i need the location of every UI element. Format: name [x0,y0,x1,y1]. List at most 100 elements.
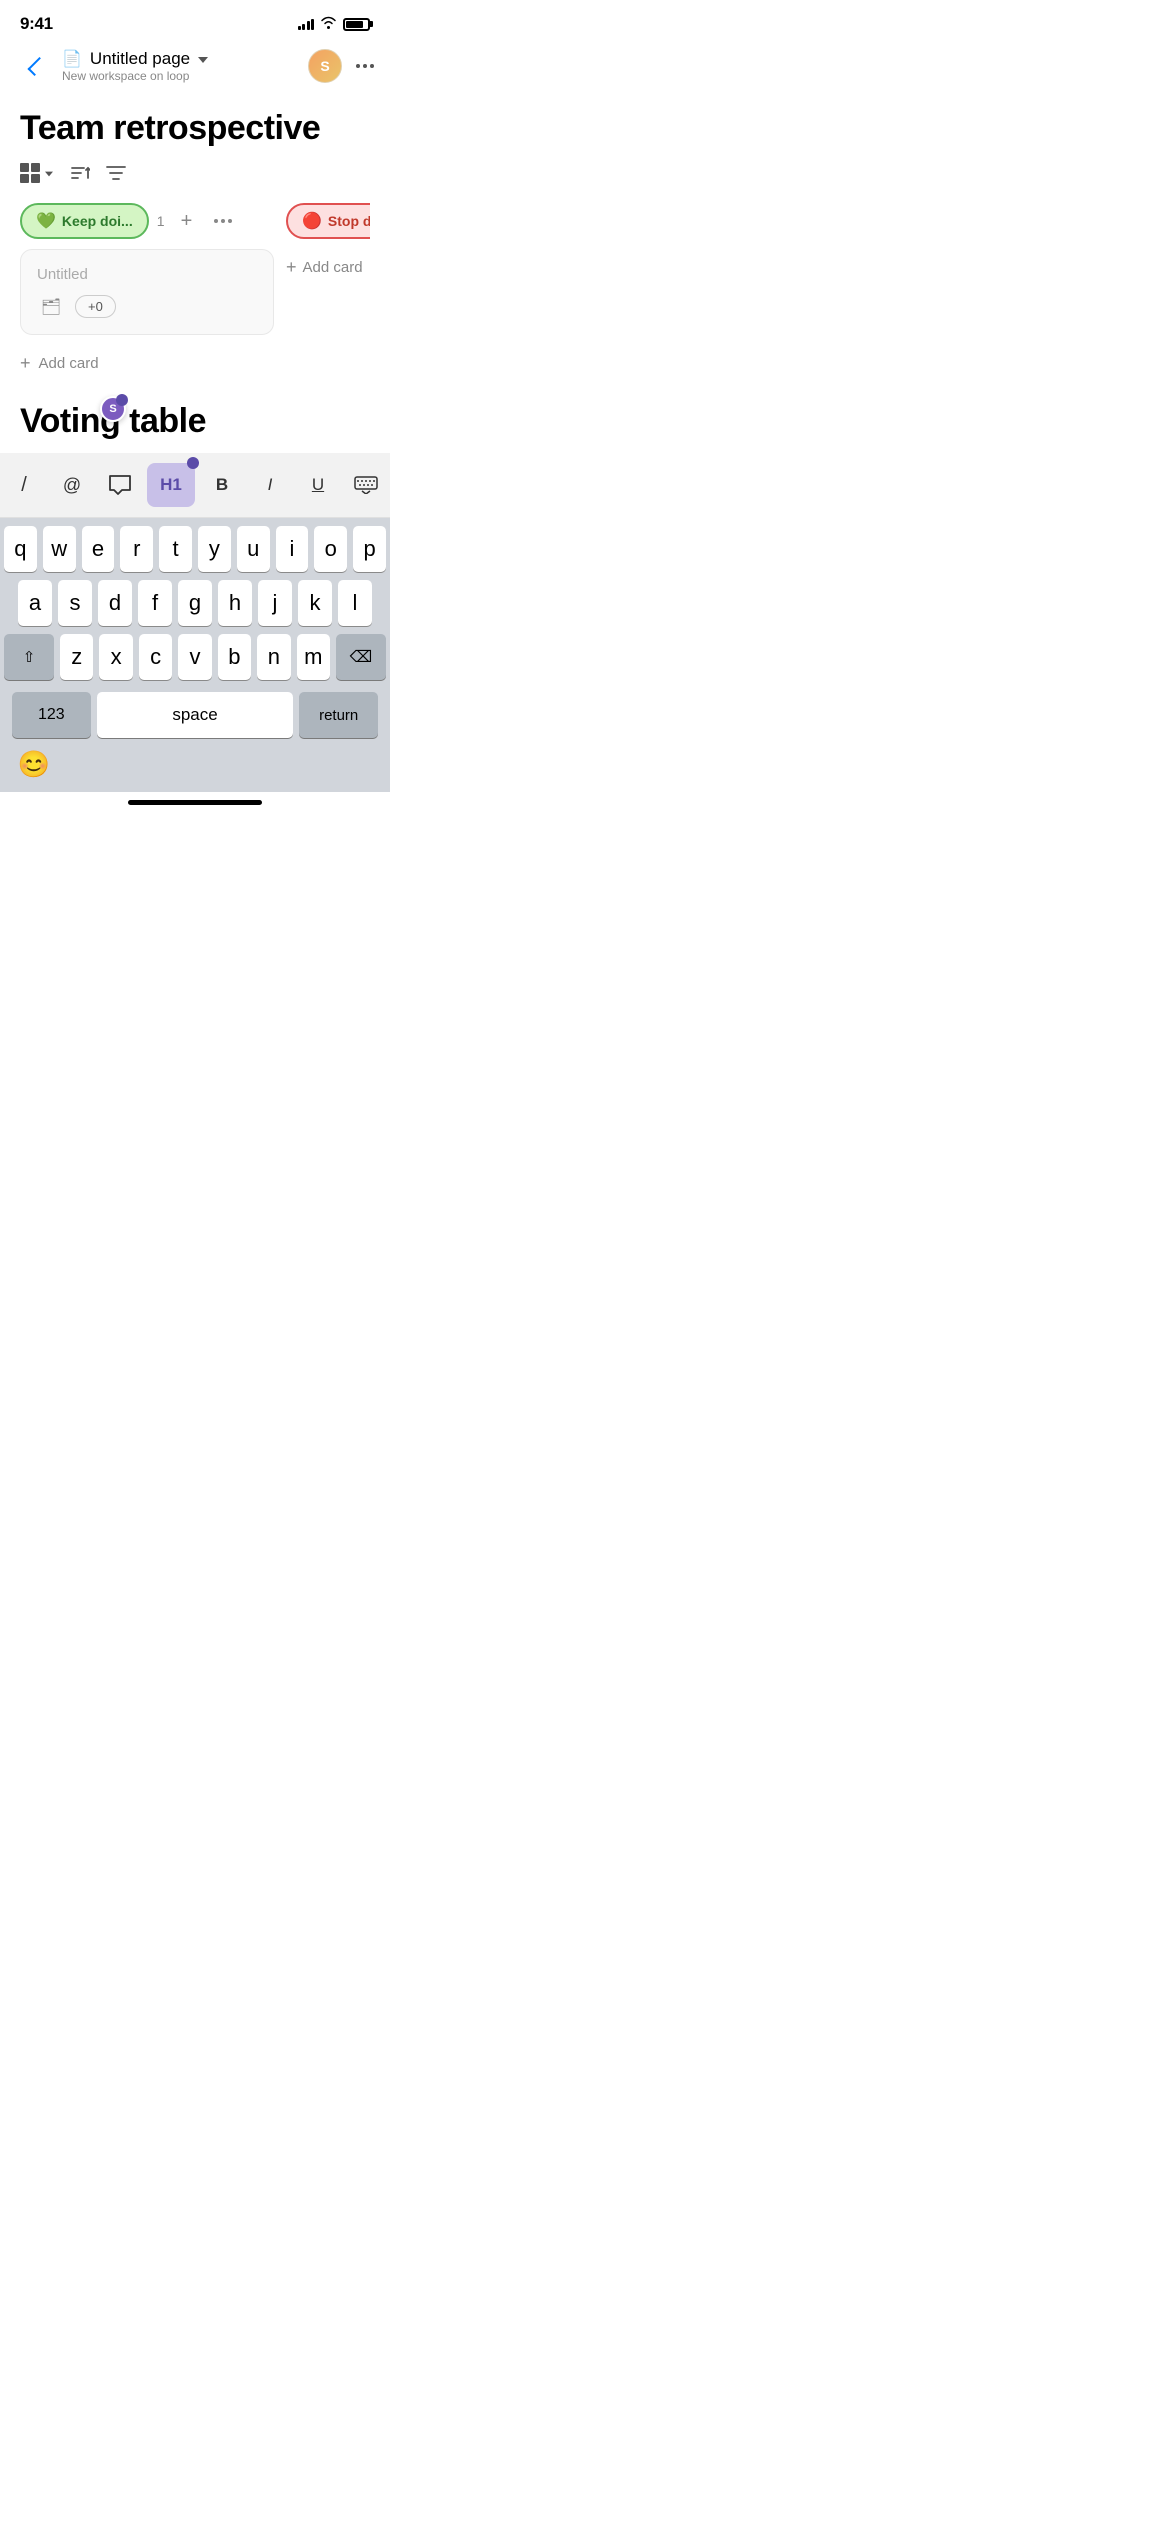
italic-button[interactable]: I [246,463,294,507]
nav-header: 📄 Untitled page New workspace on loop S [0,40,390,94]
page-heading: Team retrospective [20,110,370,147]
key-b[interactable]: b [218,634,251,680]
key-k[interactable]: k [298,580,332,626]
add-card-button-left[interactable]: + Add card [20,345,274,382]
keyboard-row-1: q w e r t y u i o p [4,526,386,572]
more-options-button[interactable] [356,64,374,68]
column-header-keep-doing: 💚 Keep doi... 1 + [20,203,274,239]
key-s[interactable]: s [58,580,92,626]
content-area: Team retrospective [0,94,390,382]
delete-key[interactable]: ⌫ [336,634,386,680]
page-title-row[interactable]: 📄 Untitled page [62,49,208,69]
h1-button[interactable]: H1 [147,463,195,507]
column-emoji-keep: 💚 [36,211,56,231]
status-bar: 9:41 [0,0,390,40]
key-g[interactable]: g [178,580,212,626]
shift-key[interactable]: ⇧ [4,634,54,680]
voting-section: Voting table S [0,382,390,441]
key-p[interactable]: p [353,526,386,572]
key-e[interactable]: e [82,526,115,572]
h1-icon: H1 [160,475,182,495]
add-card-button-right[interactable]: + Add card [286,249,370,286]
column-keep-doing: 💚 Keep doi... 1 + Untitled 🗂 [20,203,274,382]
card-title: Untitled [37,266,257,283]
key-x[interactable]: x [99,634,132,680]
key-h[interactable]: h [218,580,252,626]
bold-button[interactable]: B [198,463,246,507]
page-info: 📄 Untitled page New workspace on loop [62,49,208,83]
battery-icon [343,18,370,31]
slash-command-button[interactable]: / [0,463,48,507]
workspace-label: New workspace on loop [62,69,208,83]
key-d[interactable]: d [98,580,132,626]
status-icons [298,16,371,32]
key-a[interactable]: a [18,580,52,626]
keyboard-bottom-row: 123 space return [4,688,386,738]
column-emoji-stop: 🔴 [302,211,322,231]
column-tag-stop[interactable]: 🔴 Stop doin... [286,203,370,239]
space-key[interactable]: space [97,692,294,738]
key-n[interactable]: n [257,634,290,680]
emoji-button[interactable]: 😊 [12,742,56,786]
page-title: Untitled page [90,49,190,69]
home-indicator [128,800,262,805]
chevron-down-icon [198,57,208,63]
key-o[interactable]: o [314,526,347,572]
comment-button[interactable] [96,463,144,507]
numbers-key[interactable]: 123 [12,692,91,738]
add-card-label: Add card [39,355,99,372]
column-more-button[interactable] [209,207,237,235]
avatar[interactable]: S [308,49,342,83]
vote-badge[interactable]: +0 [75,295,116,318]
comment-icon [108,474,132,496]
column-count-keep: 1 [157,213,165,229]
emoji-row: 😊 [4,738,386,788]
sort-icon [70,164,90,182]
grid-view-icon [20,163,40,183]
sort-button[interactable] [70,164,90,182]
column-label-stop: Stop doin... [328,213,370,229]
key-w[interactable]: w [43,526,76,572]
key-c[interactable]: c [139,634,172,680]
plus-icon: + [20,353,31,374]
formatting-toolbar: / @ H1 B I U [0,453,390,518]
key-i[interactable]: i [276,526,309,572]
keyboard-row-3: ⇧ z x c v b n m ⌫ [4,634,386,680]
card-footer: 🗂 +0 [37,295,257,318]
voting-heading: Voting table [20,402,370,441]
key-f[interactable]: f [138,580,172,626]
filter-icon [106,165,126,181]
key-t[interactable]: t [159,526,192,572]
italic-icon: I [268,475,273,495]
back-button[interactable] [16,48,52,84]
add-column-item-button[interactable]: + [173,207,201,235]
board-card[interactable]: Untitled 🗂 +0 [20,249,274,335]
view-switcher-button[interactable] [20,163,54,183]
underline-icon: U [312,475,324,495]
at-icon: @ [63,475,81,496]
key-j[interactable]: j [258,580,292,626]
keyboard-hide-button[interactable] [342,463,390,507]
mention-button[interactable]: @ [48,463,96,507]
nav-left: 📄 Untitled page New workspace on loop [16,48,208,84]
ellipsis-icon [214,219,232,223]
key-l[interactable]: l [338,580,372,626]
keyboard-row-2: a s d f g h j k l [4,580,386,626]
key-v[interactable]: v [178,634,211,680]
key-m[interactable]: m [297,634,330,680]
key-y[interactable]: y [198,526,231,572]
underline-button[interactable]: U [294,463,342,507]
keyboard: q w e r t y u i o p a s d f g h j k l ⇧ … [0,518,390,792]
key-r[interactable]: r [120,526,153,572]
filter-button[interactable] [106,165,126,181]
signal-icon [298,18,315,30]
wifi-icon [320,16,337,32]
key-z[interactable]: z [60,634,93,680]
board-area: 💚 Keep doi... 1 + Untitled 🗂 [20,203,370,382]
key-u[interactable]: u [237,526,270,572]
column-label-keep: Keep doi... [62,213,133,229]
key-q[interactable]: q [4,526,37,572]
column-tag-keep-doing[interactable]: 💚 Keep doi... [20,203,149,239]
column-header-stop: 🔴 Stop doin... [286,203,370,239]
return-key[interactable]: return [299,692,378,738]
